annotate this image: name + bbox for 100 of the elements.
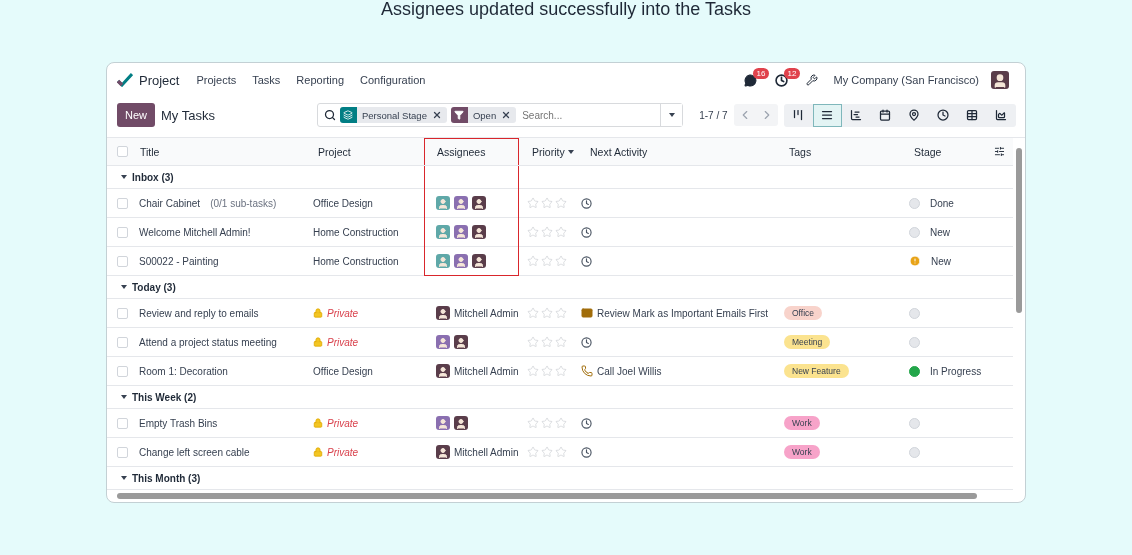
project-name: Private: [327, 417, 359, 429]
checkbox[interactable]: [117, 197, 128, 209]
stage-name: New: [930, 226, 950, 238]
filter-facet[interactable]: Personal Stage: [339, 107, 447, 123]
tools-icon[interactable]: [805, 74, 818, 86]
column-header[interactable]: Stage: [901, 138, 986, 165]
lock-icon: [313, 337, 323, 347]
project-name: Home Construction: [313, 226, 399, 238]
clock-icon[interactable]: [581, 417, 592, 429]
checkbox[interactable]: [117, 146, 128, 157]
company-name[interactable]: My Company (San Francisco): [833, 74, 979, 86]
checkbox[interactable]: [117, 365, 128, 377]
column-header[interactable]: Assignees: [424, 138, 519, 165]
tag: Work: [784, 416, 820, 430]
clock-icon[interactable]: [581, 336, 592, 348]
activity-text[interactable]: Review Mark as Important Emails First: [597, 307, 769, 319]
subtask-count: (0/1 sub-tasks): [210, 197, 277, 209]
checkbox[interactable]: [117, 226, 128, 238]
clock-icon[interactable]: [581, 197, 592, 209]
checkbox[interactable]: [117, 336, 128, 348]
menu-item[interactable]: Reporting: [291, 74, 350, 86]
envelope-icon: [581, 307, 593, 319]
search-icon: [323, 109, 336, 121]
menu-item[interactable]: Tasks: [247, 74, 286, 86]
stage-name: In Progress: [930, 365, 982, 377]
group-header[interactable]: This Week (2): [107, 386, 424, 408]
page-title: My Tasks: [161, 107, 215, 123]
calendar-icon: [879, 109, 892, 121]
priority-stars[interactable]: [527, 307, 567, 319]
clock-icon[interactable]: [581, 226, 592, 238]
filter-facet[interactable]: Open: [450, 107, 517, 123]
stage-name: New: [931, 255, 951, 267]
app-logo: [117, 73, 133, 87]
priority-stars[interactable]: [527, 446, 567, 458]
status-dot[interactable]: [909, 365, 920, 377]
task-title: Review and reply to emails: [139, 307, 259, 319]
task-title: Room 1: Decoration: [139, 365, 228, 377]
tag: Meeting: [784, 335, 831, 349]
tag: New Feature: [784, 364, 849, 378]
priority-stars[interactable]: [527, 197, 567, 209]
column-header[interactable]: Next Activity: [577, 138, 776, 165]
phone-icon: [581, 365, 593, 377]
close-icon[interactable]: [431, 110, 442, 120]
task-title: S00022 - Painting: [139, 255, 219, 267]
menu-item[interactable]: Projects: [191, 74, 242, 86]
new-button[interactable]: New: [117, 103, 155, 127]
project-name: Office Design: [313, 197, 373, 209]
gantt-icon: [850, 109, 863, 121]
map-pin-icon: [908, 109, 921, 121]
app-name[interactable]: Project: [139, 72, 180, 88]
view-switch-button[interactable]: [812, 103, 842, 127]
checkbox[interactable]: [117, 307, 128, 319]
checkbox[interactable]: [117, 255, 128, 267]
project-name: Home Construction: [313, 255, 399, 267]
column-settings-icon[interactable]: [994, 146, 1005, 157]
assignee-name: Mitchell Admin: [454, 307, 519, 319]
menu-item[interactable]: Configuration: [355, 74, 431, 86]
priority-stars[interactable]: [527, 365, 567, 377]
caption: Assignees updated successfully into the Tasks: [381, 0, 751, 18]
task-title: Attend a project status meeting: [139, 336, 277, 348]
checkbox[interactable]: [117, 446, 128, 458]
column-header[interactable]: Project: [305, 138, 424, 165]
avatar: [991, 71, 1009, 89]
group-header[interactable]: Inbox (3): [107, 166, 424, 188]
count-badge: 16: [752, 67, 770, 79]
clock-icon[interactable]: [581, 446, 592, 458]
group-header[interactable]: Today (3): [107, 276, 424, 298]
checkbox[interactable]: [117, 417, 128, 429]
chat-icon[interactable]: [743, 73, 757, 87]
task-title: Change left screen cable: [139, 446, 250, 458]
priority-stars[interactable]: [527, 336, 567, 348]
task-title: Empty Trash Bins: [139, 417, 218, 429]
project-name: Private: [327, 336, 359, 348]
area-chart-icon: [995, 109, 1008, 121]
task-title: Welcome Mitchell Admin!: [139, 226, 251, 238]
close-icon[interactable]: [501, 110, 512, 120]
project-name: Office Design: [313, 365, 373, 377]
activity-text[interactable]: Call Joel Willis: [597, 365, 662, 377]
sort-caret-icon: [567, 150, 574, 154]
clock-icon[interactable]: [774, 73, 788, 87]
stage-name: Done: [930, 197, 954, 209]
dropdown-toggle[interactable]: [660, 104, 683, 126]
pager-text[interactable]: 1-7 / 7: [699, 109, 728, 121]
group-header[interactable]: This Month (3): [107, 467, 424, 489]
priority-stars[interactable]: [527, 417, 567, 429]
priority-stars[interactable]: [527, 226, 567, 238]
column-header[interactable]: Title: [131, 138, 305, 165]
tag: Work: [784, 445, 820, 459]
column-header[interactable]: Tags: [776, 138, 901, 165]
clock-icon[interactable]: [581, 255, 592, 267]
count-badge: 12: [783, 67, 801, 79]
priority-stars[interactable]: [527, 255, 567, 267]
tag: Office: [784, 306, 823, 320]
task-title: Chair Cabinet: [139, 197, 201, 209]
warning-icon[interactable]: [909, 255, 921, 267]
column-header[interactable]: Priority: [519, 138, 577, 165]
lock-icon: [313, 308, 323, 318]
search-field[interactable]: Personal Stage Open Search...: [316, 103, 684, 127]
layers-icon: [343, 110, 354, 120]
project-name: Private: [327, 307, 359, 319]
